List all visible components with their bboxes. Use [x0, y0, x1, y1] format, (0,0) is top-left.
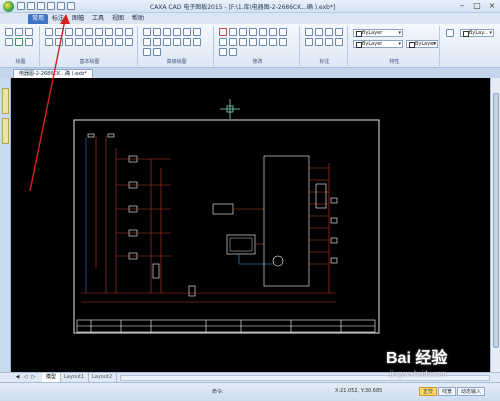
annotation-arrow — [29, 14, 70, 192]
caxa-window: CAXA CAD 电子图板2015 - [F:\1.库\电器图-2-2686CK… — [0, 0, 500, 401]
baidu-watermark: Bai 经验 jingyan.baidu.com — [386, 344, 496, 388]
watermark-brand: Bai 经验 — [386, 350, 448, 367]
watermark-url: jingyan.baidu.com — [390, 371, 447, 378]
